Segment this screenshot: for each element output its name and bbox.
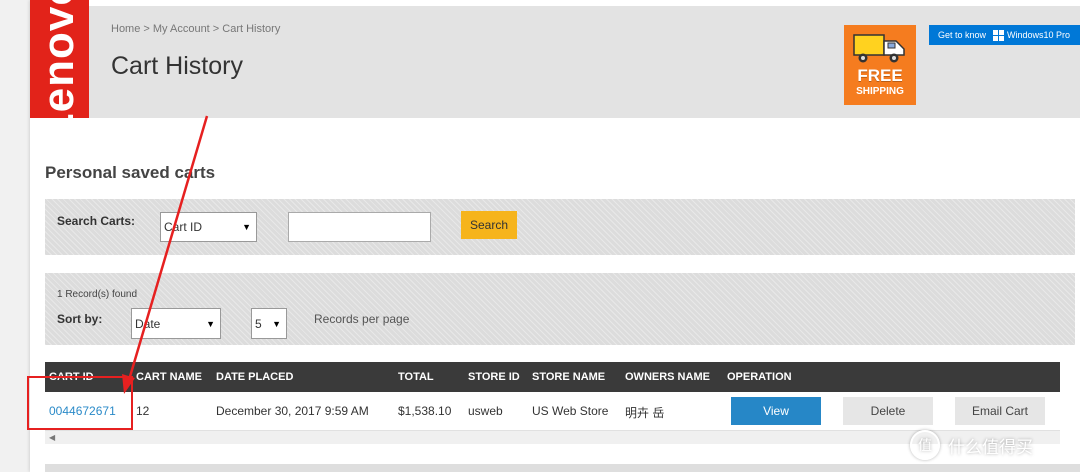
watermark-icon: 值: [910, 430, 940, 460]
watermark-text: 什么值得买: [948, 437, 1033, 457]
site-watermark: 值 什么值得买: [910, 430, 1080, 460]
annotation-arrow: [122, 115, 209, 394]
